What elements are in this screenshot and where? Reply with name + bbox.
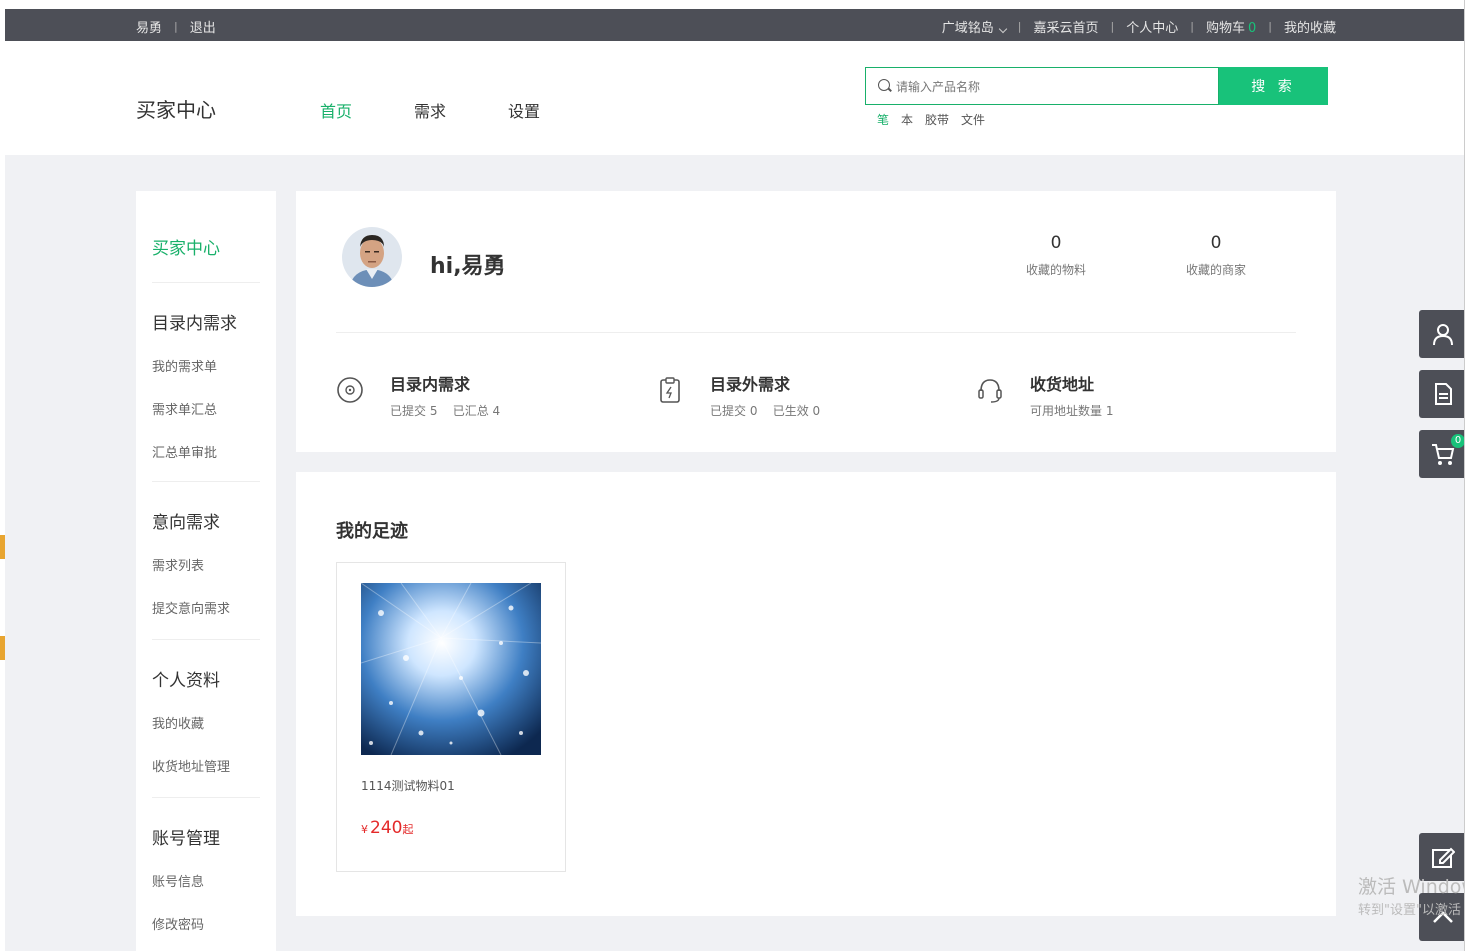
sidebar-group-title: 目录内需求 [152, 314, 237, 334]
section-title: 我的足迹 [336, 521, 408, 542]
sidebar-item-favorites[interactable]: 我的收藏 [152, 713, 260, 732]
target-icon [337, 377, 363, 403]
sidebar-item-demand-summary[interactable]: 需求单汇总 [152, 399, 260, 418]
region-selector[interactable]: 广域铭岛 [941, 17, 1008, 36]
profile-panel: hi,易勇 0 收藏的物料 0 收藏的商家 目录内需求 已提交 5 已汇总 4 … [296, 191, 1336, 452]
price-suffix: 起 [402, 823, 414, 836]
search-icon [878, 79, 890, 91]
sidebar-item-submit-intent[interactable]: 提交意向需求 [152, 598, 260, 617]
cart-link[interactable]: 购物车 0 [1206, 17, 1256, 36]
user-icon [1433, 324, 1453, 346]
stat-label: 收藏的物料 [1025, 263, 1086, 277]
sidebar: 买家中心 目录内需求 我的需求单 需求单汇总 汇总单审批 意向需求 需求列表 提… [136, 191, 276, 951]
stat-number: 0 [1050, 233, 1062, 253]
cart-badge: 0 [1451, 434, 1465, 448]
hot-keyword[interactable]: 本 [901, 111, 913, 128]
hot-keyword[interactable]: 文件 [961, 111, 985, 128]
nav-demand[interactable]: 需求 [414, 98, 446, 122]
stat-label: 收藏的商家 [1185, 263, 1246, 277]
region-label: 广域铭岛 [941, 21, 994, 36]
quick-address[interactable]: 收货地址 可用地址数量 1 [976, 371, 1113, 419]
clipboard-icon [660, 377, 680, 403]
watermark-line2: 转到"设置"以激活 Windows。 [1358, 903, 1464, 918]
nav-settings[interactable]: 设置 [508, 98, 540, 122]
product-price: ¥ 240 起 [361, 818, 413, 838]
home-link[interactable]: 嘉采云首页 [1034, 17, 1099, 36]
cart-count: 0 [1247, 21, 1257, 36]
sidebar-title[interactable]: 买家中心 [152, 234, 220, 259]
cart-icon [1432, 444, 1455, 465]
divider [152, 797, 260, 798]
nav-home[interactable]: 首页 [320, 98, 352, 122]
float-document-button[interactable] [1419, 370, 1467, 418]
price-value: 240 [370, 818, 403, 838]
separator: | [1190, 20, 1194, 33]
stat-favorite-merchants[interactable]: 0 收藏的商家 [1156, 233, 1276, 278]
quick-title: 目录内需求 [390, 375, 471, 394]
stat-favorite-materials[interactable]: 0 收藏的物料 [996, 233, 1116, 278]
separator: | [174, 20, 178, 33]
divider [152, 481, 260, 482]
quick-external-demand[interactable]: 目录外需求 已提交 0 已生效 0 [656, 371, 820, 419]
avatar[interactable] [342, 227, 402, 287]
chevron-down-icon [998, 24, 1008, 34]
main-nav: 首页 需求 设置 [320, 98, 602, 122]
quick-sub: 已提交 0 已生效 0 [710, 404, 821, 418]
divider [152, 639, 260, 640]
sidebar-group-account: 账号管理 账号信息 修改密码 [152, 797, 260, 951]
top-bar: 易勇 | 退出 广域铭岛 | 嘉采云首页 | 个人中心 | 购物车 0 | 我的收… [5, 9, 1466, 41]
divider [336, 332, 1296, 333]
quick-title: 目录外需求 [710, 375, 791, 394]
separator: | [1110, 20, 1115, 33]
sidebar-group-title: 账号管理 [152, 829, 220, 849]
brand-title: 买家中心 [136, 98, 216, 122]
divider [152, 282, 260, 283]
float-cart-button[interactable]: 0 [1419, 430, 1467, 478]
float-user-button[interactable] [1419, 310, 1467, 358]
sidebar-group-catalog: 目录内需求 我的需求单 需求单汇总 汇总单审批 [152, 282, 260, 485]
footprint-panel: 我的足迹 1114测试物料01 ¥ 240 起 [296, 472, 1336, 916]
hot-keyword[interactable]: 笔 [877, 111, 889, 128]
quick-title: 收货地址 [1030, 375, 1095, 394]
cart-label: 购物车 [1205, 21, 1245, 36]
quick-sub: 可用地址数量 1 [1030, 404, 1114, 418]
headset-icon [978, 379, 1002, 403]
hot-keyword[interactable]: 胶带 [925, 111, 949, 128]
product-image[interactable] [361, 583, 541, 755]
sidebar-item-account-info[interactable]: 账号信息 [152, 871, 260, 890]
sidebar-item-address[interactable]: 收货地址管理 [152, 756, 260, 775]
separator: | [1017, 20, 1022, 33]
sidebar-item-change-password[interactable]: 修改密码 [152, 914, 260, 933]
product-name[interactable]: 1114测试物料01 [361, 777, 455, 794]
document-icon [1435, 383, 1452, 405]
sidebar-item-summary-approval[interactable]: 汇总单审批 [152, 442, 260, 461]
header: 买家中心 首页 需求 设置 搜 索 笔 本 胶带 文件 [5, 41, 1466, 155]
search-box [865, 67, 1219, 105]
sidebar-group-profile: 个人资料 我的收藏 收货地址管理 [152, 639, 260, 799]
quick-catalog-demand[interactable]: 目录内需求 已提交 5 已汇总 4 [336, 371, 500, 419]
price-currency: ¥ [361, 823, 368, 836]
watermark-line1: 激活 Windows [1358, 876, 1464, 898]
quick-sub: 已提交 5 已汇总 4 [390, 404, 501, 418]
sidebar-group-title: 意向需求 [152, 513, 220, 533]
logout-link[interactable]: 退出 [190, 17, 216, 36]
stat-number: 0 [1210, 233, 1222, 253]
sidebar-group-intent: 意向需求 需求列表 提交意向需求 [152, 481, 260, 641]
product-card[interactable]: 1114测试物料01 ¥ 240 起 [336, 562, 566, 872]
search-button[interactable]: 搜 索 [1219, 67, 1328, 105]
search-input[interactable] [896, 77, 1206, 97]
greeting: hi,易勇 [430, 254, 506, 279]
sidebar-item-demand-list[interactable]: 需求列表 [152, 555, 260, 574]
sidebar-item-my-demand[interactable]: 我的需求单 [152, 356, 260, 375]
hot-keywords: 笔 本 胶带 文件 [877, 111, 997, 128]
separator: | [1268, 20, 1272, 33]
windows-activation-watermark: 激活 Windows 转到"设置"以激活 Windows。 [1350, 860, 1464, 940]
sidebar-group-title: 个人资料 [152, 671, 220, 691]
window-top-strip [0, 0, 1470, 9]
favorites-link[interactable]: 我的收藏 [1284, 17, 1336, 36]
right-edge [1464, 0, 1470, 951]
username-link[interactable]: 易勇 [136, 17, 162, 36]
personal-center-link[interactable]: 个人中心 [1126, 17, 1178, 36]
